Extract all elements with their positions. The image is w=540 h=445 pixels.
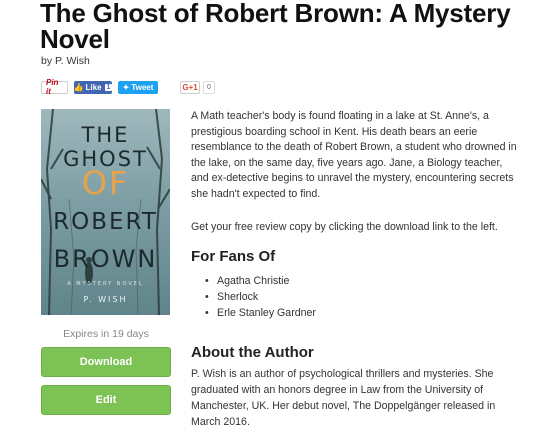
- google-plus-label: G+1: [182, 82, 198, 92]
- cover-title-line-3: ROBERT: [53, 209, 158, 235]
- list-item: Erle Stanley Gardner: [205, 305, 316, 321]
- pinterest-button[interactable]: Pin it: [41, 78, 68, 96]
- facebook-like-label: Like: [85, 82, 102, 92]
- list-item: Sherlock: [205, 289, 316, 305]
- book-description: A Math teacher's body is found floating …: [191, 110, 517, 200]
- tweet-button[interactable]: ✦ Tweet: [118, 80, 158, 94]
- cover-author: P. WISH: [83, 295, 128, 304]
- fans-list: Agatha Christie Sherlock Erle Stanley Ga…: [205, 273, 316, 321]
- thumbs-up-icon: 👍: [73, 82, 84, 92]
- fans-heading: For Fans Of: [191, 248, 276, 265]
- expiry-notice: Expires in 19 days: [63, 328, 149, 340]
- download-button[interactable]: Download: [41, 347, 171, 377]
- cover-title-line-2: OF: [81, 164, 130, 202]
- pinterest-label: Pin it: [46, 78, 59, 96]
- about-heading: About the Author: [191, 344, 314, 361]
- cover-title-line-4: BROWN: [53, 245, 158, 273]
- share-bar: Pin it 👍 Like 1 ✦ Tweet G+1 0: [41, 78, 215, 96]
- tweet-label: Tweet: [131, 82, 154, 92]
- twitter-bird-icon: ✦: [122, 82, 130, 92]
- book-title: The Ghost of Robert Brown: A Mystery Nov…: [40, 0, 511, 54]
- review-copy-note: Get your free review copy by clicking th…: [191, 221, 498, 233]
- about-author-text: P. Wish is an author of psychological th…: [191, 368, 496, 428]
- google-plus-count: 0: [203, 80, 215, 94]
- book-cover-image: THE GHOST OF ROBERT BROWN A MYSTERY NOVE…: [41, 109, 170, 315]
- edit-button[interactable]: Edit: [41, 385, 171, 415]
- facebook-like-button[interactable]: 👍 Like 1: [73, 80, 113, 94]
- google-plus-button[interactable]: G+1: [180, 80, 200, 94]
- author-byline: by P. Wish: [41, 55, 90, 67]
- list-item: Agatha Christie: [205, 273, 316, 289]
- facebook-like-count: 1: [104, 83, 113, 91]
- cover-subtitle: A MYSTERY NOVEL: [67, 281, 144, 287]
